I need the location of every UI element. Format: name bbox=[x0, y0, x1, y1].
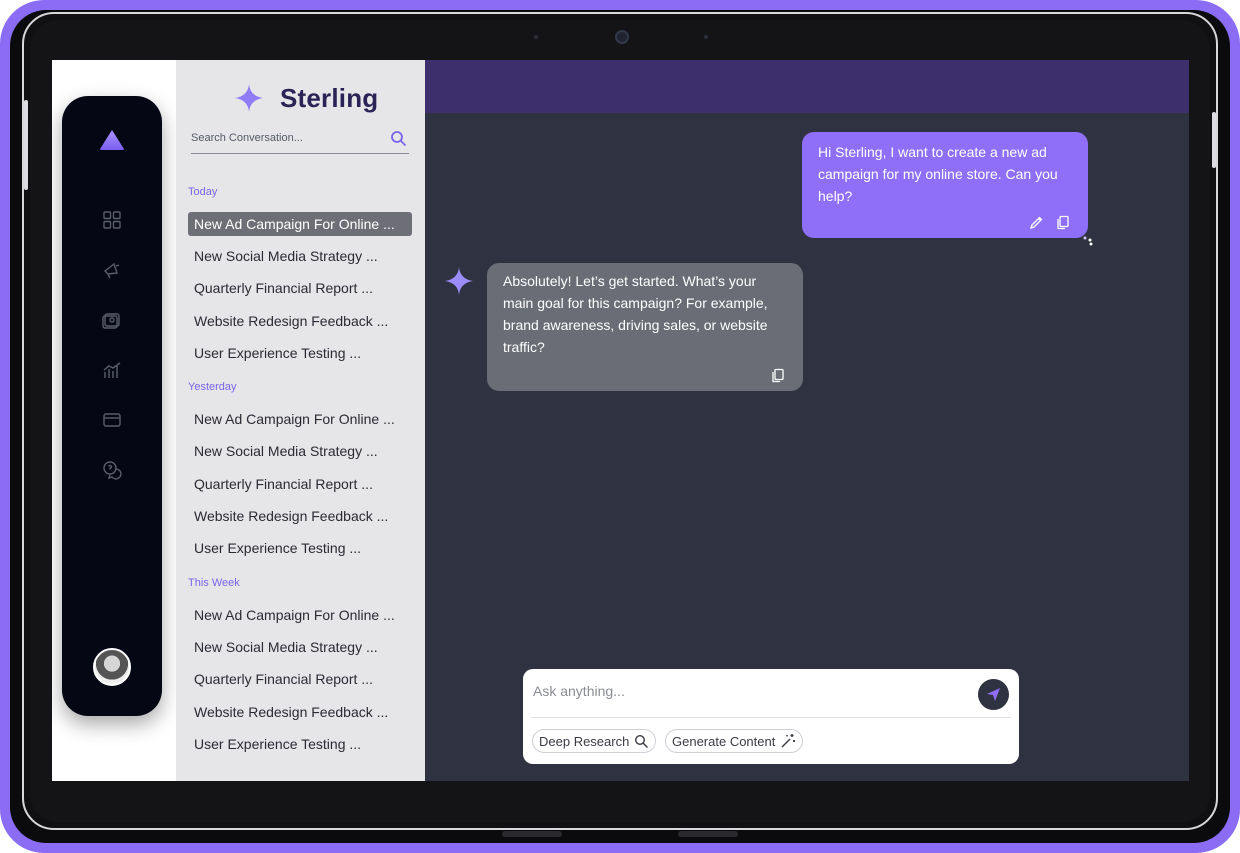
search-icon[interactable] bbox=[390, 130, 407, 147]
sensor-dot bbox=[534, 35, 538, 39]
conversation-item[interactable]: Website Redesign Feedback ... bbox=[188, 504, 412, 528]
magic-wand-icon bbox=[781, 734, 796, 748]
assistant-message-bubble: Absolutely! Let’s get started. What’s yo… bbox=[487, 263, 803, 391]
section-label-this-week: This Week bbox=[188, 577, 240, 589]
conversation-item[interactable]: New Ad Campaign For Online ... bbox=[188, 603, 412, 627]
app-name: Sterling bbox=[280, 82, 379, 113]
app-screen: Sterling Search Conversation... Today Ne… bbox=[52, 60, 1189, 781]
user-message-bubble: Hi Sterling, I want to create a new ad c… bbox=[802, 132, 1088, 238]
copy-icon[interactable] bbox=[770, 368, 785, 383]
icon-rail bbox=[62, 96, 162, 716]
camera-icon bbox=[615, 30, 629, 44]
search-conversation-field[interactable]: Search Conversation... bbox=[191, 126, 409, 154]
search-placeholder: Search Conversation... bbox=[191, 132, 303, 144]
copy-icon[interactable] bbox=[1055, 215, 1070, 230]
send-button[interactable] bbox=[978, 679, 1009, 710]
user-message-text: Hi Sterling, I want to create a new ad c… bbox=[818, 144, 1058, 204]
conversation-item[interactable]: User Experience Testing ... bbox=[188, 732, 412, 756]
conversation-item[interactable]: Quarterly Financial Report ... bbox=[188, 667, 412, 691]
edit-pencil-icon[interactable] bbox=[1029, 215, 1044, 230]
assistant-message-text: Absolutely! Let’s get started. What’s yo… bbox=[503, 273, 768, 355]
conversation-sidebar: Sterling Search Conversation... Today Ne… bbox=[176, 60, 425, 781]
triangle-logo-icon[interactable] bbox=[98, 128, 126, 152]
bottom-port bbox=[678, 831, 738, 837]
header-bar bbox=[425, 60, 1189, 113]
media-gallery-icon[interactable] bbox=[102, 310, 122, 330]
megaphone-icon[interactable] bbox=[102, 260, 122, 280]
section-label-yesterday: Yesterday bbox=[188, 381, 237, 393]
conversation-item[interactable]: New Social Media Strategy ... bbox=[188, 439, 412, 463]
conversation-item[interactable]: User Experience Testing ... bbox=[188, 536, 412, 560]
message-composer: Ask anything... Deep Research Generate C… bbox=[523, 669, 1019, 764]
deep-research-chip[interactable]: Deep Research bbox=[532, 729, 657, 753]
credit-card-icon[interactable] bbox=[102, 410, 122, 430]
deep-research-label: Deep Research bbox=[539, 733, 630, 749]
user-avatar[interactable] bbox=[93, 648, 131, 686]
generate-content-chip[interactable]: Generate Content bbox=[665, 729, 804, 753]
analytics-chart-icon[interactable] bbox=[102, 360, 122, 380]
section-label-today: Today bbox=[188, 186, 218, 198]
conversation-item[interactable]: New Ad Campaign For Online ... bbox=[188, 407, 412, 431]
conversation-item[interactable]: Quarterly Financial Report ... bbox=[188, 472, 412, 496]
send-icon bbox=[987, 688, 1000, 701]
brand-header: Sterling bbox=[234, 80, 378, 116]
composer-divider bbox=[531, 717, 1011, 718]
conversation-item[interactable]: Website Redesign Feedback ... bbox=[188, 700, 412, 724]
search-icon bbox=[635, 734, 649, 748]
conversation-item[interactable]: New Social Media Strategy ... bbox=[188, 244, 412, 268]
assistant-sparkle-icon bbox=[445, 267, 473, 295]
conversation-item[interactable]: Website Redesign Feedback ... bbox=[188, 309, 412, 333]
loading-dots-icon bbox=[1083, 236, 1093, 246]
conversation-item[interactable]: Quarterly Financial Report ... bbox=[188, 276, 412, 300]
sparkle-logo-icon bbox=[235, 84, 263, 112]
bottom-port bbox=[502, 831, 562, 837]
generate-content-label: Generate Content bbox=[672, 733, 776, 749]
sensor-dot bbox=[704, 35, 708, 39]
ask-input[interactable]: Ask anything... bbox=[533, 679, 973, 703]
conversation-item[interactable]: New Ad Campaign For Online ... bbox=[188, 212, 412, 236]
side-button bbox=[1212, 112, 1216, 168]
dashboard-grid-icon[interactable] bbox=[102, 210, 122, 230]
help-chat-icon[interactable] bbox=[102, 460, 122, 480]
chat-main: Hi Sterling, I want to create a new ad c… bbox=[425, 60, 1189, 781]
side-button bbox=[24, 100, 28, 190]
conversation-item[interactable]: User Experience Testing ... bbox=[188, 341, 412, 365]
conversation-item[interactable]: New Social Media Strategy ... bbox=[188, 635, 412, 659]
